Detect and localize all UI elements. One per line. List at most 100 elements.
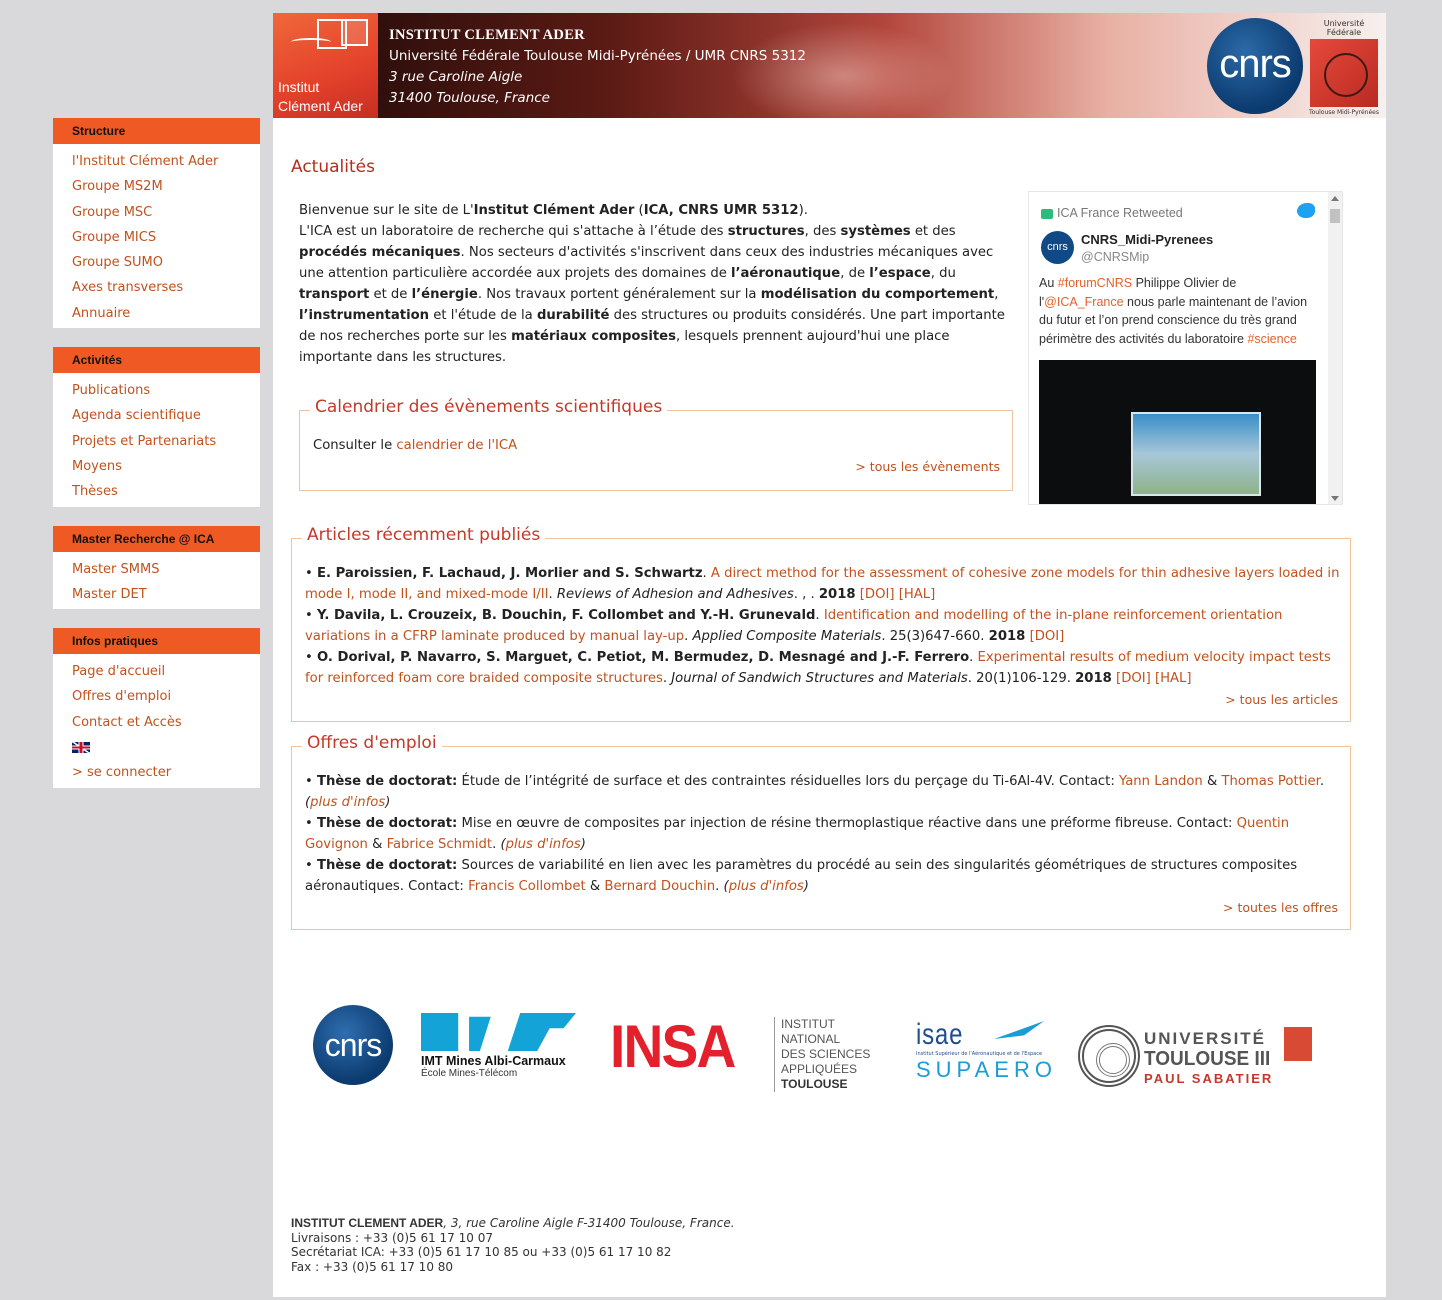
calendar-box: Calendrier des évènements scientifiques … [299, 397, 1013, 491]
logo-text: Clément Ader [278, 98, 363, 114]
sidebar: Structure l'Institut Clément Ader Groupe… [53, 118, 260, 807]
isae-text: isae [916, 1018, 964, 1051]
scroll-down-icon[interactable] [1331, 496, 1339, 501]
contact-link[interactable]: Yann Landon [1119, 774, 1203, 789]
sidebar-item-mics[interactable]: Groupe MICS [72, 230, 156, 245]
scroll-up-icon[interactable] [1331, 196, 1339, 201]
footer: INSTITUT CLEMENT ADER, 3, rue Caroline A… [291, 1216, 735, 1274]
twitter-widget[interactable]: ICA France Retweeted cnrs CNRS_Midi-Pyre… [1028, 191, 1343, 505]
scrollbar[interactable] [1328, 192, 1342, 504]
banner-title: INSTITUT CLEMENT ADER [389, 27, 585, 43]
sidebar-item-offres[interactable]: Offres d'emploi [72, 689, 171, 704]
insa-subtitle: INSTITUT NATIONAL DES SCIENCES APPLIQUÉE… [774, 1017, 880, 1092]
all-articles-link[interactable]: > tous les articles [1225, 692, 1338, 707]
footer-name: INSTITUT CLEMENT ADER [291, 1216, 444, 1230]
avatar[interactable]: cnrs [1041, 231, 1074, 264]
sidebar-item-smms[interactable]: Master SMMS [72, 562, 159, 577]
tweet-text: Au #forumCNRS Philippe Olivier de l'@ICA… [1039, 276, 1308, 346]
intro-text: Bienvenue sur le site de L'Institut Clém… [299, 203, 1005, 365]
hashtag-link[interactable]: #forumCNRS [1058, 276, 1132, 290]
footer-phone: Secrétariat ICA: +33 (0)5 61 17 10 85 ou… [291, 1245, 672, 1259]
footer-address: , 3, rue Caroline Aigle F-31400 Toulouse… [443, 1216, 735, 1230]
sidebar-item-contact[interactable]: Contact et Accès [72, 715, 182, 730]
sidebar-heading: Structure [53, 118, 260, 144]
isae-supaero-logo[interactable]: isae Institut Supérieur de l'Aéronautiqu… [916, 1018, 1052, 1083]
banner-address: 3 rue Caroline Aigle [389, 69, 523, 85]
contact-link[interactable]: Thomas Pottier [1221, 774, 1319, 789]
insa-text: INSA [610, 1013, 736, 1080]
sidebar-heading: Master Recherche @ ICA [53, 525, 260, 552]
sidebar-box-structure: Structure l'Institut Clément Ader Groupe… [53, 118, 260, 329]
imt-text: IMT Mines Albi-Carmaux [421, 1054, 566, 1068]
mention-link[interactable]: @ICA_France [1044, 295, 1123, 309]
partner-logos: cnrs IMT Mines Albi-Carmaux École Mines-… [273, 1003, 1386, 1103]
imt-logo[interactable]: IMT Mines Albi-Carmaux École Mines-Téléc… [421, 1013, 576, 1079]
retweet-label: ICA France Retweeted [1041, 206, 1183, 220]
logo-text: Institut [278, 79, 320, 95]
sidebar-item-accueil[interactable]: Page d'accueil [72, 664, 165, 679]
jobs-box: Offres d'emploi • Thèse de doctorat: Étu… [291, 733, 1351, 930]
hashtag-link[interactable]: #science [1247, 332, 1296, 346]
jobs-list: • Thèse de doctorat: Étude de l’intégrit… [305, 771, 1341, 897]
calendar-link[interactable]: calendrier de l'ICA [396, 438, 517, 453]
retweet-icon [1041, 208, 1053, 219]
contact-link[interactable]: Francis Collombet [468, 879, 586, 894]
cnrs-logo[interactable]: cnrs [1207, 18, 1303, 114]
hal-link[interactable]: [HAL] [899, 587, 936, 602]
tweet-author-name[interactable]: CNRS_Midi-Pyrenees [1081, 232, 1213, 247]
ufr-logo[interactable]: Université Fédérale Toulouse Midi-Pyréné… [1307, 19, 1381, 116]
tweet-image[interactable] [1039, 360, 1316, 504]
sidebar-item-ms2m[interactable]: Groupe MS2M [72, 179, 163, 194]
doi-link[interactable]: [DOI] [860, 587, 895, 602]
tweet-author-handle[interactable]: @CNRSMip [1081, 250, 1149, 264]
sidebar-item-axes[interactable]: Axes transverses [72, 280, 183, 295]
ica-logo[interactable]: Institut Clément Ader [273, 13, 378, 118]
scroll-thumb[interactable] [1330, 209, 1340, 223]
list-item: • O. Dorival, P. Navarro, S. Marguet, C.… [305, 650, 1331, 686]
cnrs-partner-logo[interactable]: cnrs [313, 1005, 393, 1085]
uk-flag-icon[interactable] [72, 742, 90, 754]
footer-fax: Fax : +33 (0)5 61 17 10 80 [291, 1259, 454, 1274]
articles-box: Articles récemment publiés • E. Paroissi… [291, 525, 1351, 722]
sidebar-item-projets[interactable]: Projets et Partenariats [72, 434, 216, 449]
list-item: • E. Paroissien, F. Lachaud, J. Morlier … [305, 566, 1340, 602]
doi-link[interactable]: [DOI] [1030, 629, 1065, 644]
ufr-text: Toulouse Midi-Pyrénées [1309, 109, 1379, 116]
sidebar-box-master: Master Recherche @ ICA Master SMMS Maste… [53, 525, 260, 610]
list-item: • Thèse de doctorat: Étude de l’intégrit… [305, 774, 1325, 810]
all-events-link[interactable]: > tous les évènements [855, 459, 1000, 474]
sidebar-item-msc[interactable]: Groupe MSC [72, 205, 152, 220]
sidebar-item-sumo[interactable]: Groupe SUMO [72, 255, 163, 270]
sidebar-item-publications[interactable]: Publications [72, 383, 150, 398]
doi-link[interactable]: [DOI] [1116, 671, 1151, 686]
sidebar-heading: Infos pratiques [53, 628, 260, 655]
sidebar-heading: Activités [53, 347, 260, 374]
twitter-bird-icon[interactable] [1297, 203, 1315, 218]
banner-subtitle: Université Fédérale Toulouse Midi-Pyréné… [389, 48, 806, 64]
sidebar-item-moyens[interactable]: Moyens [72, 459, 122, 474]
hal-link[interactable]: [HAL] [1155, 671, 1192, 686]
sidebar-box-activites: Activités Publications Agenda scientifiq… [53, 347, 260, 507]
sidebar-item-theses[interactable]: Thèses [72, 484, 118, 499]
ut3-text: UNIVERSITÉ TOULOUSE III PAUL SABATIER [1144, 1029, 1274, 1086]
articles-legend: Articles récemment publiés [302, 525, 546, 545]
more-info-link[interactable]: plus d'infos [310, 795, 385, 810]
sidebar-box-infos: Infos pratiques Page d'accueil Offres d'… [53, 628, 260, 788]
ut-badge-icon [1284, 1027, 1312, 1061]
all-offers-link[interactable]: > toutes les offres [1223, 900, 1338, 915]
banner-address: 31400 Toulouse, France [389, 90, 550, 106]
imt-mark-icon [421, 1013, 576, 1051]
more-info-link[interactable]: plus d'infos [506, 837, 581, 852]
sidebar-item-institut[interactable]: l'Institut Clément Ader [72, 154, 218, 169]
banner-text: INSTITUT CLEMENT ADER Université Fédéral… [389, 25, 806, 109]
list-item: • Thèse de doctorat: Sources de variabil… [305, 858, 1298, 894]
sidebar-item-agenda[interactable]: Agenda scientifique [72, 408, 201, 423]
sidebar-item-det[interactable]: Master DET [72, 587, 147, 602]
contact-link[interactable]: Bernard Douchin [604, 879, 715, 894]
login-link[interactable]: > se connecter [72, 765, 171, 780]
sidebar-item-annuaire[interactable]: Annuaire [72, 306, 130, 321]
articles-list: • E. Paroissien, F. Lachaud, J. Morlier … [305, 563, 1341, 689]
more-info-link[interactable]: plus d'infos [729, 879, 804, 894]
contact-link[interactable]: Fabrice Schmidt [387, 837, 493, 852]
list-item: • Thèse de doctorat: Mise en œuvre de co… [305, 816, 1290, 852]
